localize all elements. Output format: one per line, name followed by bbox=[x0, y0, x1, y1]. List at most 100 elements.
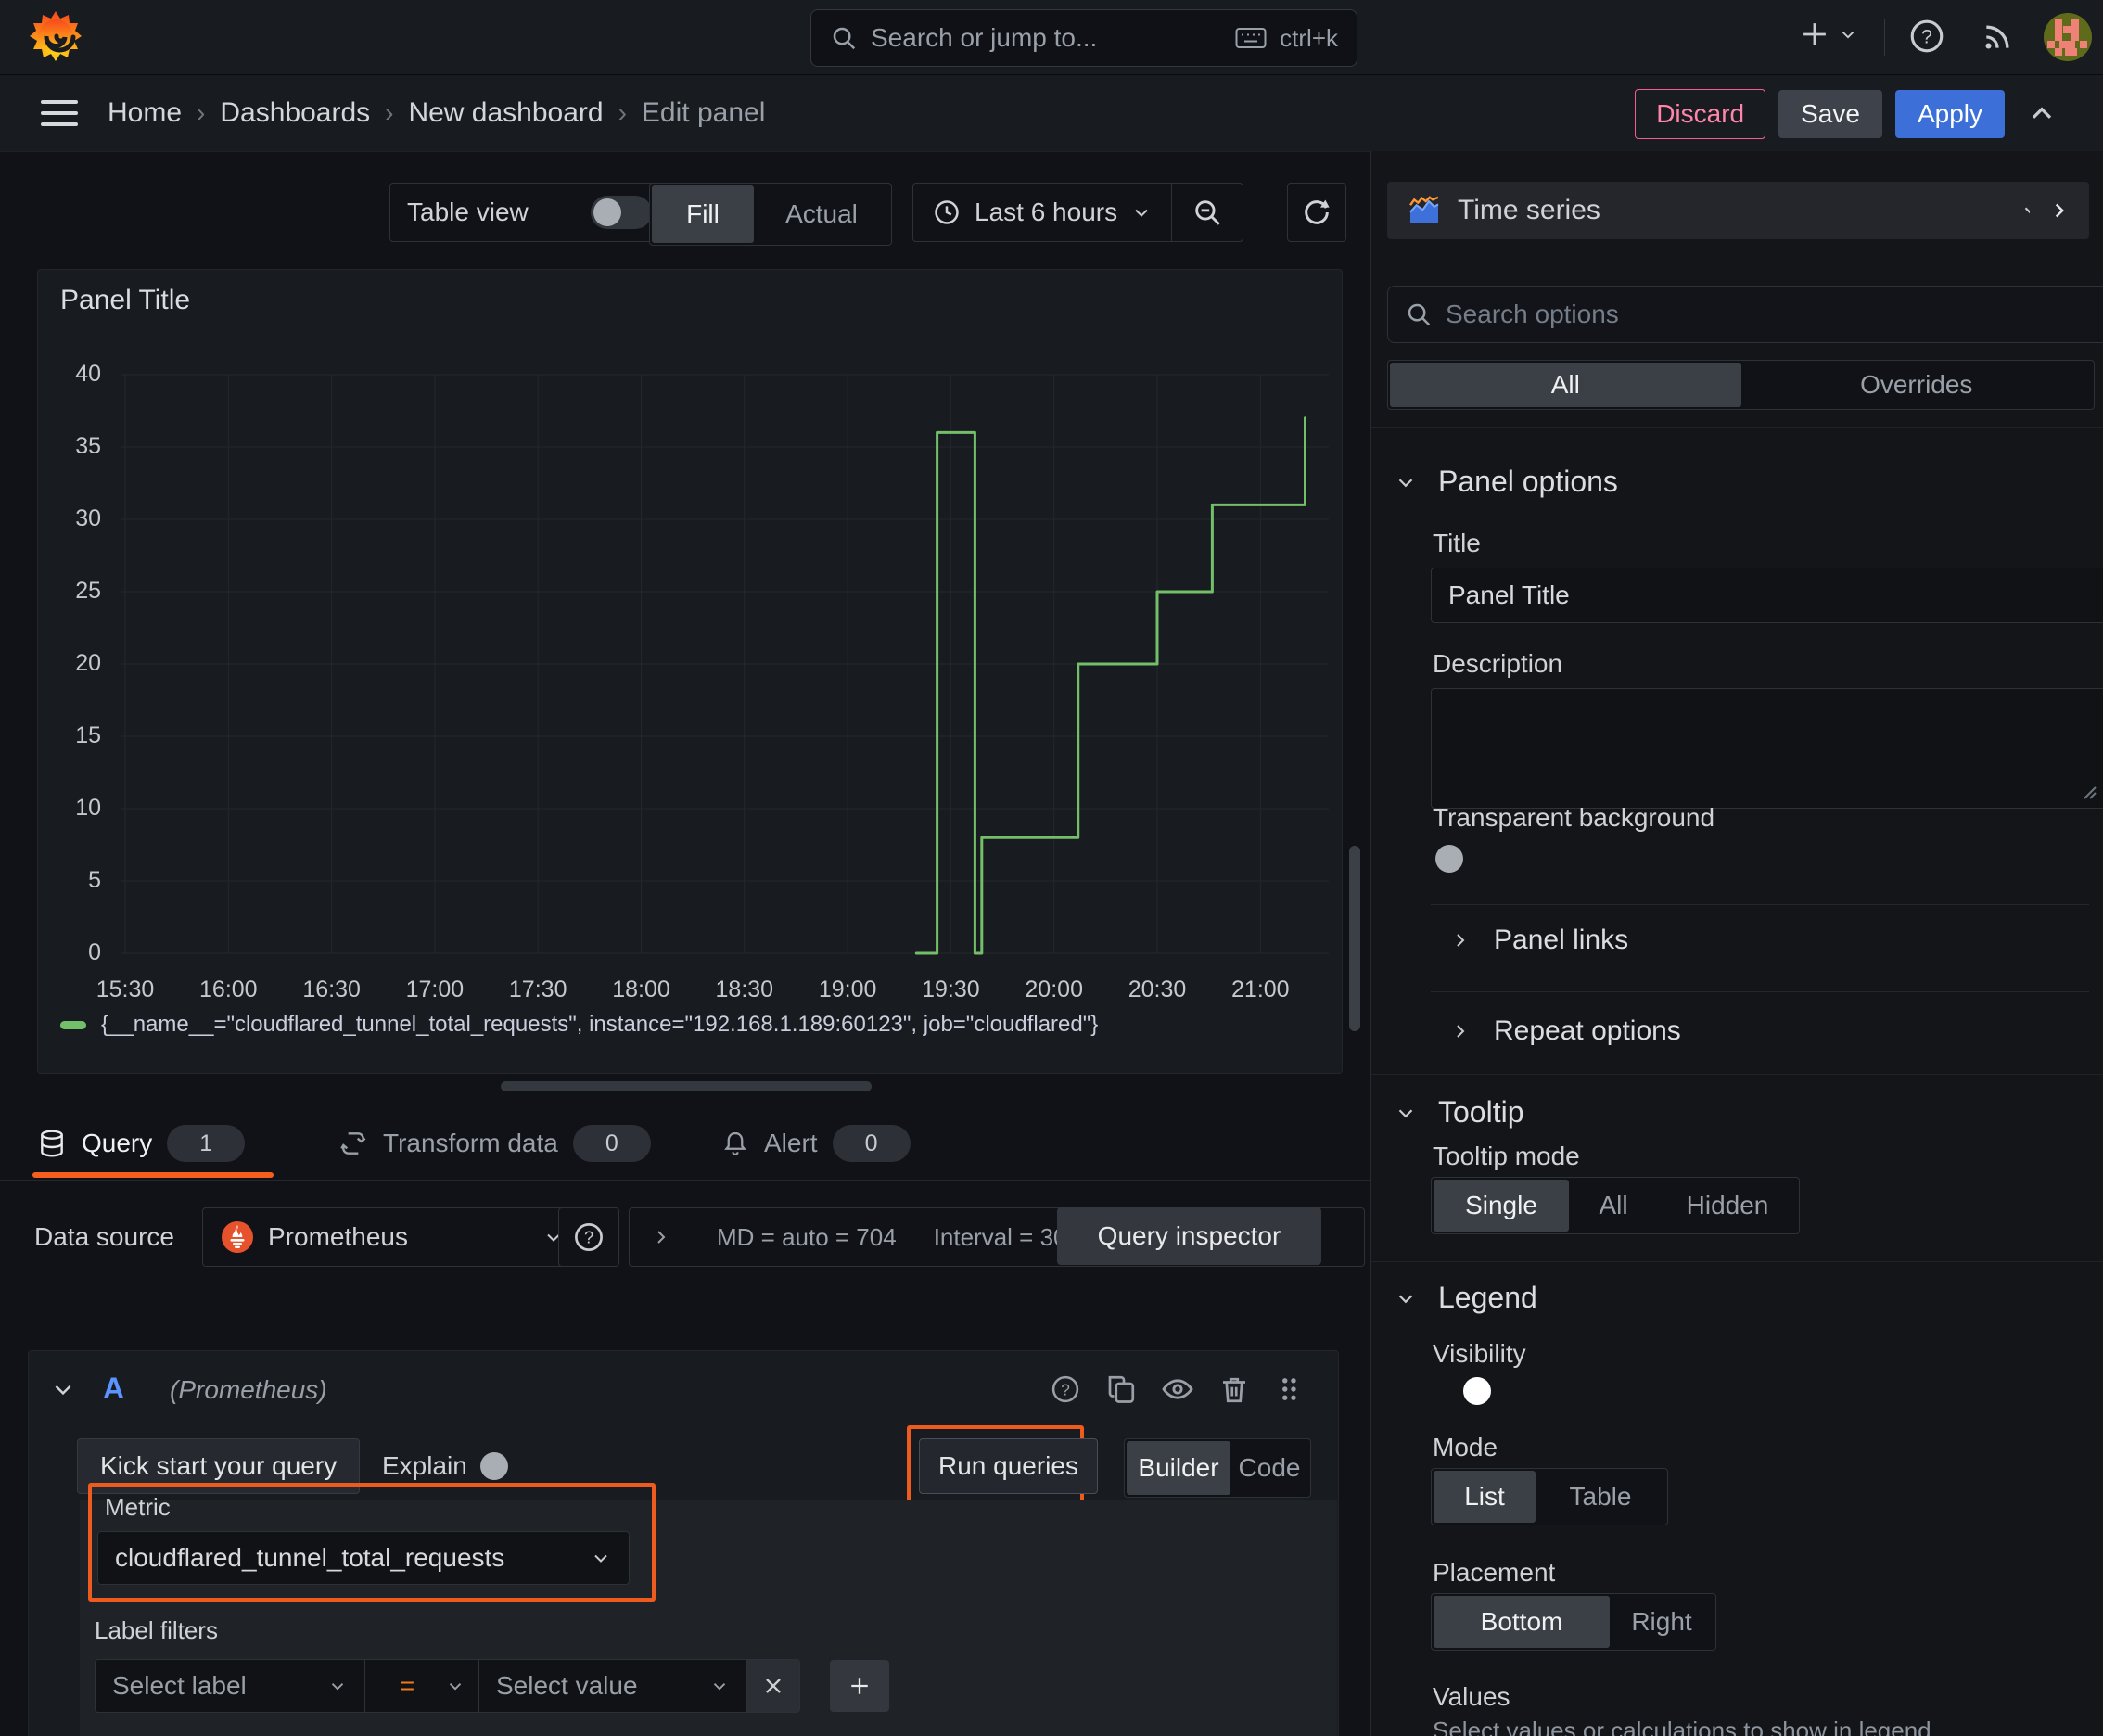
help-icon[interactable]: ? bbox=[1906, 16, 1947, 57]
query-inspector-button[interactable]: Query inspector bbox=[1057, 1207, 1321, 1265]
x-tick-label: 18:30 bbox=[715, 976, 774, 1002]
legend-header[interactable]: Legend bbox=[1394, 1281, 1537, 1315]
tooltip-header[interactable]: Tooltip bbox=[1394, 1095, 1524, 1130]
grafana-logo-icon[interactable] bbox=[26, 7, 85, 67]
tab-overrides[interactable]: Overrides bbox=[1741, 363, 2093, 407]
add-filter-button[interactable] bbox=[830, 1660, 889, 1712]
visualization-picker[interactable]: Time series bbox=[1387, 182, 2062, 239]
metric-label: Metric bbox=[105, 1493, 171, 1521]
description-textarea[interactable] bbox=[1431, 688, 2103, 809]
x-tick-label: 20:30 bbox=[1128, 976, 1187, 1002]
time-range-label: Last 6 hours bbox=[975, 198, 1118, 226]
select-label-dropdown[interactable]: Select label bbox=[95, 1659, 365, 1713]
tab-all[interactable]: All bbox=[1390, 363, 1741, 407]
repeat-options-section[interactable]: Repeat options bbox=[1449, 1015, 1681, 1047]
breadcrumb-dashboards[interactable]: Dashboards bbox=[220, 97, 370, 129]
collapse-header-chevron-up-icon[interactable] bbox=[2025, 97, 2058, 131]
tab-query[interactable]: Query 1 bbox=[28, 1113, 254, 1174]
resize-corner-icon[interactable] bbox=[2081, 784, 2097, 800]
time-series-viz-icon bbox=[1406, 192, 1443, 229]
query-editor-card: A (Prometheus) ? Kick start your query E… bbox=[28, 1350, 1339, 1736]
refresh-button[interactable] bbox=[1287, 183, 1346, 242]
svg-text:?: ? bbox=[1061, 1380, 1070, 1398]
chevron-down-icon bbox=[1842, 32, 1854, 39]
panel-options-header[interactable]: Panel options bbox=[1394, 465, 1618, 499]
table-view-toggle[interactable] bbox=[591, 196, 652, 229]
query-collapse-chevron-down-icon[interactable] bbox=[49, 1375, 77, 1403]
panel-title-input[interactable]: Panel Title bbox=[1431, 568, 2103, 623]
legend-series-name[interactable]: {__name__="cloudflared_tunnel_total_requ… bbox=[101, 1012, 1098, 1038]
zoom-out-button[interactable] bbox=[1172, 184, 1243, 241]
metric-value: cloudflared_tunnel_total_requests bbox=[115, 1543, 505, 1572]
max-data-points-stat: MD = auto = 704 bbox=[717, 1222, 897, 1251]
panel-links-section[interactable]: Panel links bbox=[1449, 925, 1628, 956]
tooltip-mode-all[interactable]: All bbox=[1569, 1180, 1658, 1232]
tooltip-mode-hidden[interactable]: Hidden bbox=[1658, 1180, 1797, 1232]
breadcrumb-home[interactable]: Home bbox=[108, 97, 182, 129]
chevron-down-icon bbox=[1398, 1109, 1413, 1117]
datasource-help-button[interactable]: ? bbox=[558, 1207, 619, 1267]
x-tick-label: 16:00 bbox=[199, 976, 258, 1002]
tab-transform-data[interactable]: Transform data 0 bbox=[329, 1113, 660, 1174]
vertical-scrollbar[interactable] bbox=[1349, 846, 1360, 1031]
fill-option[interactable]: Fill bbox=[652, 185, 754, 243]
resize-drag-handle[interactable] bbox=[501, 1081, 872, 1091]
options-search-input[interactable]: Search options bbox=[1387, 286, 2103, 343]
title-field-label: Title bbox=[1433, 529, 1481, 557]
user-avatar[interactable] bbox=[2042, 11, 2094, 63]
remove-filter-button[interactable] bbox=[746, 1659, 800, 1713]
tooltip-title: Tooltip bbox=[1438, 1095, 1524, 1129]
duplicate-query-icon[interactable] bbox=[1104, 1372, 1138, 1406]
code-option[interactable]: Code bbox=[1230, 1441, 1308, 1495]
time-range-picker[interactable]: Last 6 hours bbox=[913, 184, 1171, 241]
editor-tabs-bar: Query 1 Transform data 0 Alert 0 bbox=[0, 1113, 1370, 1181]
news-rss-icon[interactable] bbox=[1979, 19, 2016, 56]
actual-option[interactable]: Actual bbox=[754, 185, 889, 243]
menu-hamburger-icon[interactable] bbox=[41, 97, 78, 129]
chevron-right-icon bbox=[657, 1231, 666, 1244]
select-value-dropdown[interactable]: Select value bbox=[478, 1659, 747, 1713]
tab-query-count: 1 bbox=[167, 1125, 246, 1162]
legend-mode-table[interactable]: Table bbox=[1536, 1471, 1665, 1523]
delete-query-trash-icon[interactable] bbox=[1217, 1372, 1251, 1406]
operator-dropdown[interactable]: = bbox=[364, 1659, 479, 1713]
query-ref-id[interactable]: A bbox=[103, 1372, 124, 1406]
options-pane: Time series Search options All Overrides… bbox=[1370, 151, 2103, 1736]
discard-button[interactable]: Discard bbox=[1635, 89, 1766, 139]
drag-handle-icon[interactable] bbox=[1273, 1373, 1305, 1405]
add-button[interactable] bbox=[1797, 17, 1858, 52]
toggle-options-pane-button[interactable] bbox=[2030, 182, 2089, 239]
builder-option[interactable]: Builder bbox=[1127, 1441, 1230, 1495]
breadcrumb: Home › Dashboards › New dashboard › Edit… bbox=[108, 75, 765, 151]
tooltip-mode-single[interactable]: Single bbox=[1434, 1180, 1569, 1232]
legend-mode-label: Mode bbox=[1433, 1433, 1498, 1462]
hide-response-eye-icon[interactable] bbox=[1160, 1372, 1195, 1407]
search-shortcut: ctrl+k bbox=[1280, 23, 1338, 52]
legend-mode-list[interactable]: List bbox=[1434, 1471, 1536, 1523]
tab-alert[interactable]: Alert 0 bbox=[712, 1113, 920, 1174]
datasource-label: Data source bbox=[34, 1222, 174, 1251]
chevron-down-icon bbox=[449, 1683, 462, 1691]
chevron-right-icon bbox=[1457, 934, 1465, 947]
options-tabs: All Overrides bbox=[1387, 360, 2095, 410]
legend-placement-right[interactable]: Right bbox=[1610, 1596, 1714, 1648]
apply-button[interactable]: Apply bbox=[1894, 90, 2005, 138]
breadcrumb-separator: › bbox=[385, 98, 394, 127]
y-tick-label: 40 bbox=[75, 361, 101, 387]
run-queries-button[interactable]: Run queries bbox=[919, 1438, 1098, 1494]
save-button[interactable]: Save bbox=[1778, 90, 1882, 138]
options-search-placeholder: Search options bbox=[1446, 300, 1619, 328]
panel-title[interactable]: Panel Title bbox=[60, 285, 190, 316]
tab-transform-count: 0 bbox=[572, 1125, 651, 1162]
tab-transform-label: Transform data bbox=[383, 1129, 558, 1157]
metric-select[interactable]: cloudflared_tunnel_total_requests bbox=[97, 1531, 630, 1585]
breadcrumb-new-dashboard[interactable]: New dashboard bbox=[408, 97, 603, 129]
chart-legend[interactable]: {__name__="cloudflared_tunnel_total_requ… bbox=[60, 1012, 1098, 1038]
legend-placement-bottom[interactable]: Bottom bbox=[1434, 1596, 1610, 1648]
visualization-name: Time series bbox=[1458, 195, 1600, 225]
datasource-picker[interactable]: Prometheus bbox=[202, 1207, 582, 1267]
time-series-chart[interactable] bbox=[121, 363, 1329, 964]
query-help-icon[interactable]: ? bbox=[1049, 1372, 1082, 1406]
x-tick-label: 17:30 bbox=[508, 976, 567, 1002]
global-search-input[interactable]: Search or jump to... ctrl+k bbox=[810, 9, 1357, 67]
